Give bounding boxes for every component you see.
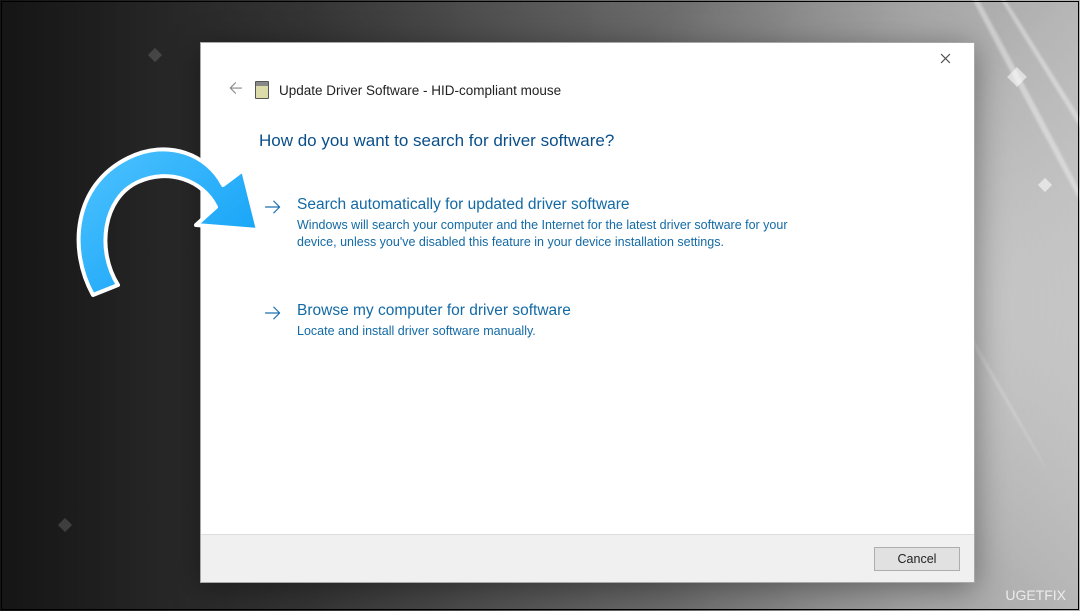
option-browse-computer[interactable]: Browse my computer for driver software L… xyxy=(259,291,819,354)
option-title: Search automatically for updated driver … xyxy=(297,195,809,215)
dialog-footer: Cancel xyxy=(201,534,974,582)
watermark: UGETFIX xyxy=(1005,587,1066,603)
close-icon xyxy=(940,51,951,67)
arrow-right-icon xyxy=(263,303,285,325)
cancel-button[interactable]: Cancel xyxy=(874,547,960,571)
titlebar xyxy=(201,43,974,75)
device-icon xyxy=(255,81,269,99)
dialog-header: Update Driver Software - HID-compliant m… xyxy=(201,75,974,113)
back-arrow-icon xyxy=(225,79,243,102)
update-driver-dialog: Update Driver Software - HID-compliant m… xyxy=(200,42,975,583)
window-title: Update Driver Software - HID-compliant m… xyxy=(279,83,561,98)
back-button[interactable] xyxy=(223,79,245,101)
option-title: Browse my computer for driver software xyxy=(297,301,809,321)
arrow-right-icon xyxy=(263,197,285,219)
option-description: Locate and install driver software manua… xyxy=(297,323,809,340)
option-description: Windows will search your computer and th… xyxy=(297,217,809,251)
close-button[interactable] xyxy=(923,45,968,73)
dialog-content: How do you want to search for driver sof… xyxy=(201,113,974,534)
watermark-text: UGETFIX xyxy=(1005,587,1066,603)
content-heading: How do you want to search for driver sof… xyxy=(259,131,922,151)
option-search-automatically[interactable]: Search automatically for updated driver … xyxy=(259,185,819,265)
